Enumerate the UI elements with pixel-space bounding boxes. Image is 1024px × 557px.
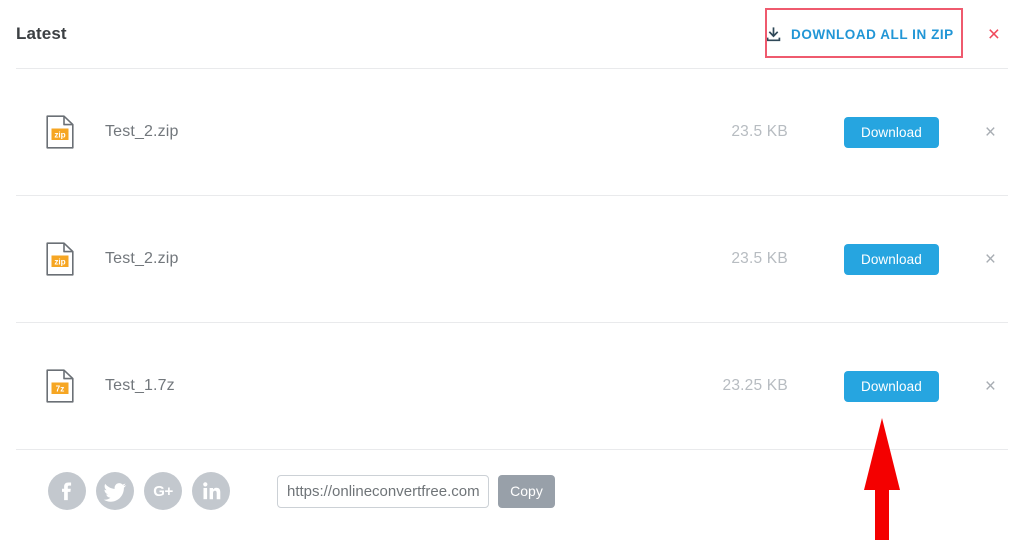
table-row: zip Test_2.zip 23.5 KB Download × — [0, 196, 1024, 322]
file-size: 23.25 KB — [722, 377, 788, 394]
google-plus-label: G+ — [153, 482, 173, 500]
sevenzip-file-icon: 7z — [46, 369, 74, 403]
download-button[interactable]: Download — [843, 243, 939, 275]
download-all-in-zip-button[interactable]: DOWNLOAD ALL IN ZIP — [751, 16, 972, 53]
google-plus-icon[interactable]: G+ — [144, 472, 182, 510]
facebook-icon[interactable] — [48, 472, 86, 510]
svg-text:zip: zip — [54, 257, 65, 266]
close-all-icon[interactable]: × — [988, 24, 1000, 45]
file-size: 23.5 KB — [731, 123, 788, 140]
file-name: Test_2.zip — [105, 250, 179, 267]
share-url-input[interactable] — [277, 474, 489, 508]
panel-header: Latest DOWNLOAD ALL IN ZIP × — [0, 0, 1024, 68]
linkedin-icon[interactable] — [192, 472, 230, 510]
table-row: zip Test_2.zip 23.5 KB Download × — [0, 69, 1024, 195]
remove-file-icon[interactable]: × — [985, 123, 996, 142]
file-name: Test_1.7z — [105, 377, 175, 394]
download-button[interactable]: Download — [843, 370, 939, 402]
file-name: Test_2.zip — [105, 123, 179, 140]
twitter-icon[interactable] — [96, 472, 134, 510]
social-links: G+ — [48, 472, 230, 510]
svg-text:zip: zip — [54, 130, 65, 139]
file-size: 23.5 KB — [731, 250, 788, 267]
download-button[interactable]: Download — [843, 116, 939, 148]
zip-file-icon: zip — [46, 115, 74, 149]
table-row: 7z Test_1.7z 23.25 KB Download × — [0, 323, 1024, 449]
converted-files-panel: Latest DOWNLOAD ALL IN ZIP × zip Test_2.… — [0, 0, 1024, 557]
page-title: Latest — [16, 24, 67, 43]
remove-file-icon[interactable]: × — [985, 377, 996, 396]
download-icon — [765, 26, 782, 43]
download-all-in-zip-label: DOWNLOAD ALL IN ZIP — [791, 26, 954, 42]
zip-file-icon: zip — [46, 242, 74, 276]
share-bar: G+ Copy — [0, 450, 1024, 510]
header-actions: DOWNLOAD ALL IN ZIP × — [751, 16, 1008, 53]
svg-text:7z: 7z — [56, 384, 65, 393]
remove-file-icon[interactable]: × — [985, 250, 996, 269]
copy-url-button[interactable]: Copy — [498, 474, 555, 508]
